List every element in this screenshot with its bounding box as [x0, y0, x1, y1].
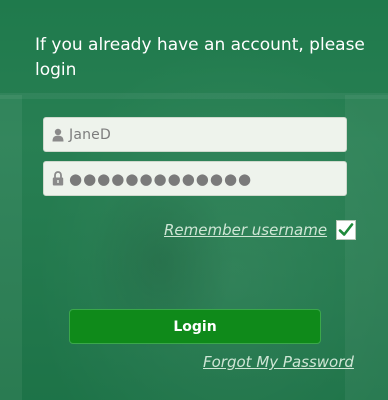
login-heading: If you already have an account, please l…: [35, 35, 365, 80]
forgot-password-link[interactable]: Forgot My Password: [203, 353, 354, 371]
background-beam: [0, 93, 388, 99]
remember-username: Remember username: [164, 220, 357, 240]
login-panel: If you already have an account, please l…: [0, 0, 388, 400]
checkmark-icon: [338, 223, 354, 236]
password-field[interactable]: ●●●●●●●●●●●●●: [43, 161, 347, 196]
username-field[interactable]: JaneD: [43, 117, 347, 152]
username-value[interactable]: JaneD: [69, 127, 111, 143]
remember-username-label[interactable]: Remember username: [164, 221, 327, 239]
user-icon: [51, 127, 65, 143]
background-pillar-left: [0, 95, 22, 400]
password-value[interactable]: ●●●●●●●●●●●●●: [69, 170, 252, 188]
lock-icon: [51, 171, 65, 187]
login-button[interactable]: Login: [69, 309, 321, 344]
remember-username-checkbox[interactable]: [336, 220, 357, 240]
